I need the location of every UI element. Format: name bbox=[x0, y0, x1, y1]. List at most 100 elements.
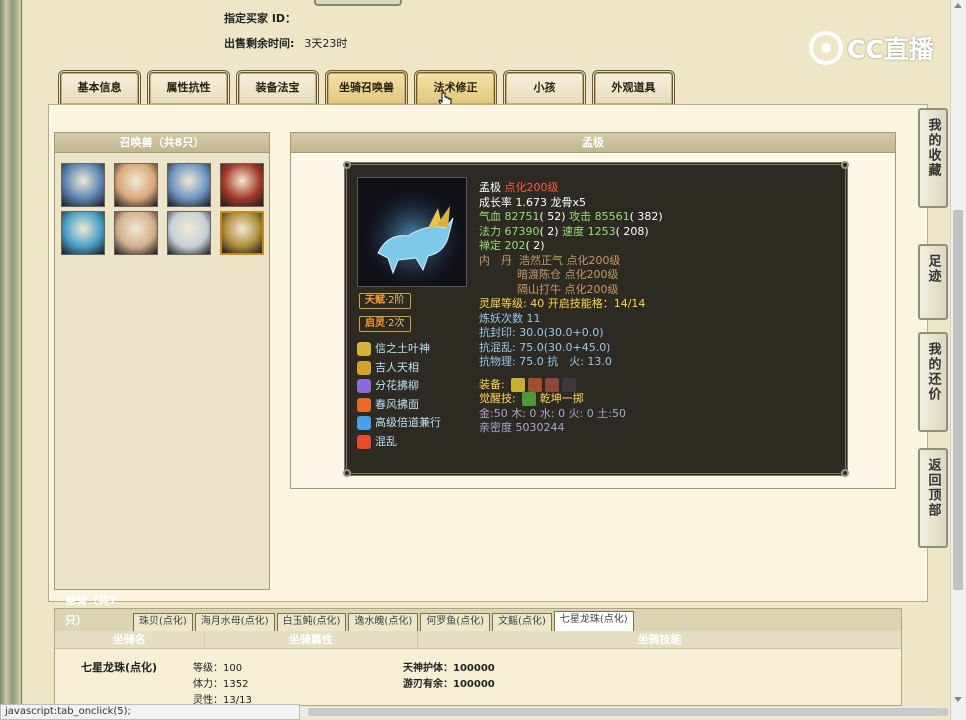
tab-mount-summon[interactable]: 坐骑召唤兽 bbox=[325, 70, 408, 104]
summon-name: 孟极 bbox=[479, 181, 501, 194]
awaken-skill-icon bbox=[522, 392, 537, 406]
talent-badge: 天赋·2阶 bbox=[359, 293, 411, 309]
corner-ornament bbox=[841, 469, 849, 477]
main-tabs: 基本信息 属性抗性 装备法宝 坐骑召唤兽 法术修正 小孩 外观道具 bbox=[58, 70, 675, 104]
mount-tab[interactable]: 白玉鲀(点化) bbox=[276, 613, 347, 631]
col-mount-skill: 坐骑技能 bbox=[637, 633, 682, 646]
skill-item[interactable]: 高级倍道兼行 bbox=[357, 414, 441, 433]
summon-portrait bbox=[357, 177, 467, 287]
equipment-ring-icon[interactable] bbox=[511, 377, 526, 392]
summon-stats: 孟极 点化200级 成长率 1.673 龙骨x5 气血 82751( 52) 攻… bbox=[479, 181, 663, 434]
logo-text: CC直播 bbox=[847, 35, 934, 64]
chaos-icon bbox=[357, 434, 371, 449]
buyer-id-label: 指定买家 ID： bbox=[224, 12, 297, 25]
my-counteroffer-button[interactable]: 我的还价 bbox=[918, 332, 948, 432]
tab-spell-mod[interactable]: 法术修正 bbox=[414, 70, 497, 104]
summon-thumbnail[interactable] bbox=[167, 163, 211, 207]
mount-table-header: 坐骑名 坐骑属性 坐骑技能 bbox=[55, 631, 901, 649]
equipment-armor-icon[interactable] bbox=[528, 377, 543, 392]
status-bar: javascript:tab_onclick(5); bbox=[0, 704, 300, 720]
summon-thumbnail[interactable] bbox=[114, 163, 158, 207]
hscroll-thumb[interactable] bbox=[308, 708, 948, 716]
mount-tab[interactable]: 文鳐(点化) bbox=[492, 613, 552, 631]
luck-icon bbox=[357, 360, 371, 375]
corner-ornament bbox=[841, 161, 849, 169]
scroll-thumb[interactable] bbox=[953, 210, 963, 590]
zen-value: 202 bbox=[504, 239, 526, 252]
mount-tab[interactable]: 珠贝(点化) bbox=[133, 613, 193, 631]
summon-list-title: 召唤兽（共8只） bbox=[55, 133, 269, 153]
element-values: 金:50 木: 0 水: 0 火: 0 土:50 bbox=[479, 406, 626, 420]
mount-tab[interactable]: 何罗鱼(点化) bbox=[420, 613, 491, 631]
tab-basic-info[interactable]: 基本信息 bbox=[58, 70, 141, 104]
cc-live-logo: CC直播 bbox=[809, 30, 934, 66]
spd-value: 1253 bbox=[587, 224, 616, 238]
resist-seal: 抗封印: 30.0(30.0+0.0) bbox=[479, 326, 604, 339]
skill-item[interactable]: 混乱 bbox=[357, 433, 441, 452]
skill-item[interactable]: 分花拂柳 bbox=[357, 377, 441, 396]
resist-chaos: 抗混乱: 75.0(30.0+45.0) bbox=[479, 340, 611, 354]
footprint-button[interactable]: 足迹 bbox=[918, 244, 948, 320]
equipment-empty-icon[interactable] bbox=[562, 377, 577, 392]
col-mount-name: 坐骑名 bbox=[55, 631, 205, 648]
tab-appearance[interactable]: 外观道具 bbox=[592, 70, 675, 104]
top-button-edge[interactable] bbox=[314, 0, 402, 6]
corner-ornament bbox=[343, 469, 351, 477]
mount-tab[interactable]: 逸水魄(点化) bbox=[348, 613, 419, 631]
awaken-skill: 乾坤一掷 bbox=[539, 392, 584, 405]
summon-thumbnail[interactable] bbox=[220, 211, 264, 255]
hp-value: 82751 bbox=[504, 210, 540, 223]
intimacy: 亲密度 5030244 bbox=[479, 421, 565, 434]
tab-equipment[interactable]: 装备法宝 bbox=[236, 70, 319, 104]
time-left-label: 出售剩余时间: bbox=[224, 37, 295, 50]
summon-card: 天赋·2阶 启灵·2次 信之土叶神 吉人天相 分花拂柳 春风拂面 高级倍道兼行 … bbox=[343, 161, 849, 477]
wind-icon bbox=[357, 397, 371, 412]
spirit-badge: 启灵·2次 bbox=[359, 316, 411, 332]
skill-item[interactable]: 吉人天相 bbox=[357, 359, 441, 378]
summon-level: 点化200级 bbox=[504, 181, 559, 194]
mount-name: 七星龙珠(点化) bbox=[81, 661, 158, 674]
skill-list: 信之土叶神 吉人天相 分花拂柳 春风拂面 高级倍道兼行 混乱 bbox=[357, 340, 441, 451]
equipment-collar-icon[interactable] bbox=[545, 377, 560, 392]
skill-item[interactable]: 信之土叶神 bbox=[357, 340, 441, 359]
corner-ornament bbox=[343, 161, 351, 169]
resist-physical: 抗物理: 75.0 抗 火: 13.0 bbox=[479, 355, 612, 368]
scroll-up-icon[interactable] bbox=[954, 3, 962, 8]
inner-core-1: 浩然正气 点化200级 bbox=[519, 253, 621, 267]
cc-logo-icon bbox=[809, 31, 843, 65]
tab-child[interactable]: 小孩 bbox=[503, 70, 586, 104]
time-left-value: 3天23时 bbox=[304, 37, 348, 50]
soul-level: 40 开启技能格：14/14 bbox=[530, 297, 646, 310]
mp-value: 67390 bbox=[504, 224, 540, 238]
scroll-down-icon[interactable] bbox=[954, 697, 962, 702]
mount-panel: 坐骑（共7只） 珠贝(点化) 海月水母(点化) 白玉鲀(点化) 逸水魄(点化) … bbox=[54, 594, 902, 706]
mount-tabs: 坐骑（共7只） 珠贝(点化) 海月水母(点化) 白玉鲀(点化) 逸水魄(点化) … bbox=[55, 594, 901, 631]
atk-value: 85561 bbox=[594, 210, 630, 223]
refine-count: 炼妖次数 11 bbox=[479, 311, 541, 325]
growth-rate: 成长率 1.673 龙骨x5 bbox=[479, 195, 586, 209]
mount-attrs: 等级：100 体力：1352 灵性：13/13 bbox=[193, 663, 252, 706]
summon-thumbnail[interactable] bbox=[61, 163, 105, 207]
summon-detail-title: 孟极 bbox=[291, 133, 895, 153]
summon-list-panel: 召唤兽（共8只） bbox=[54, 132, 270, 590]
back-to-top-button[interactable]: 返回顶部 bbox=[918, 448, 948, 548]
mount-tab[interactable]: 海月水母(点化) bbox=[194, 613, 275, 631]
inner-core-3: 隔山打牛 点化200级 bbox=[517, 282, 619, 296]
seller-info: 指定买家 ID： 出售剩余时间: 3天23时 bbox=[224, 10, 347, 60]
col-mount-attr: 坐骑属性 bbox=[205, 631, 419, 648]
flower-icon bbox=[357, 379, 371, 394]
inner-core-2: 暗渡陈仓 点化200级 bbox=[517, 268, 619, 281]
summon-thumbnail[interactable] bbox=[220, 163, 264, 207]
mount-title: 坐骑（共7只） bbox=[65, 594, 117, 627]
left-frame-border bbox=[0, 0, 22, 720]
summon-grid bbox=[55, 153, 269, 265]
skill-item[interactable]: 春风拂面 bbox=[357, 396, 441, 415]
summon-thumbnail[interactable] bbox=[167, 211, 211, 255]
mount-skills: 天神护体：100000 游刃有余：100000 bbox=[403, 663, 495, 690]
my-favorites-button[interactable]: 我的收藏 bbox=[918, 108, 948, 208]
mount-tab-active[interactable]: 七星龙珠(点化) bbox=[553, 611, 634, 631]
summon-thumbnail[interactable] bbox=[114, 211, 158, 255]
tab-attributes[interactable]: 属性抗性 bbox=[147, 70, 230, 104]
vertical-scrollbar[interactable] bbox=[950, 0, 966, 720]
summon-thumbnail[interactable] bbox=[61, 211, 105, 255]
